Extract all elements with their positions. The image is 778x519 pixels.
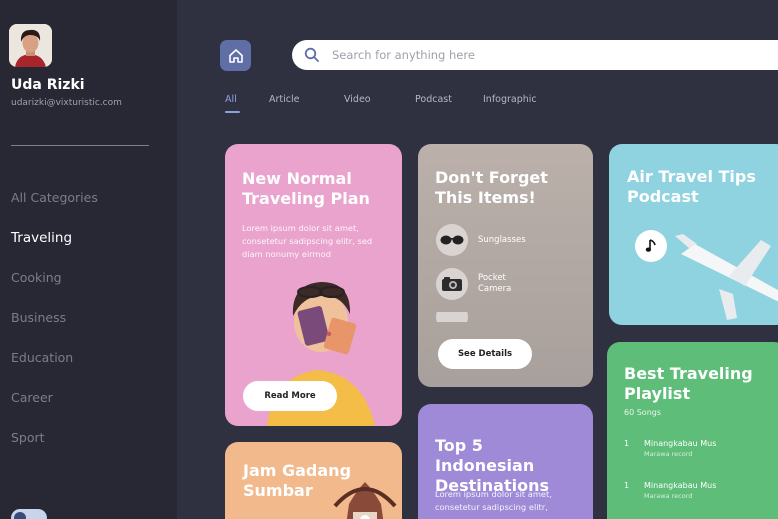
read-more-button[interactable]: Read More [243, 381, 337, 411]
list-item-sunglasses: Sunglasses [436, 224, 538, 256]
card-title: New Normal Traveling Plan [242, 169, 370, 208]
avatar-image [9, 24, 52, 67]
user-name: Uda Rizki [11, 77, 85, 93]
see-details-button[interactable]: See Details [438, 339, 532, 369]
sidebar-item-all-categories[interactable]: All Categories [11, 190, 98, 230]
toggle-knob [14, 512, 26, 519]
card-playlist[interactable]: Best Traveling Playlist 60 Songs 1 Minan… [607, 342, 778, 519]
sidebar-item-career[interactable]: Career [11, 390, 98, 430]
theme-toggle[interactable] [11, 509, 47, 519]
sidebar-item-sport[interactable]: Sport [11, 430, 98, 470]
card-traveling-plan[interactable]: New Normal Traveling Plan Lorem ipsum do… [225, 144, 402, 426]
home-icon [228, 48, 243, 63]
song-artist: Marawa record [644, 450, 693, 458]
sidebar-item-cooking[interactable]: Cooking [11, 270, 98, 310]
card-title: Jam Gadang Sumbar [243, 461, 352, 500]
card-destinations[interactable]: Top 5 Indonesian Destinations Lorem ipsu… [418, 404, 593, 519]
category-nav: All Categories Traveling Cooking Busines… [11, 190, 98, 470]
song-artist: Marawa record [644, 492, 693, 500]
tab-video[interactable]: Video [344, 94, 371, 105]
sidebar-item-education[interactable]: Education [11, 350, 98, 390]
item-label: Sunglasses [478, 234, 526, 245]
sidebar-item-business[interactable]: Business [11, 310, 98, 350]
song-title: Minangkabau Mus [644, 439, 717, 448]
search-bar[interactable] [292, 40, 778, 70]
camera-icon [436, 268, 468, 300]
item-label: Pocket Camera [478, 273, 512, 294]
song-number: 1 [624, 481, 630, 490]
card-jam-gadang[interactable]: Jam Gadang Sumbar [225, 442, 402, 519]
item-icon [436, 312, 468, 322]
home-button[interactable] [220, 40, 251, 71]
tab-podcast[interactable]: Podcast [415, 94, 452, 105]
tab-infographic[interactable]: Infographic [483, 94, 537, 105]
user-email: udarizki@vixturistic.com [11, 98, 122, 108]
song-count: 60 Songs [624, 408, 662, 417]
sidebar: Uda Rizki udarizki@vixturistic.com All C… [0, 0, 177, 519]
tab-label: All [225, 94, 237, 105]
avatar[interactable] [9, 24, 52, 67]
card-title: Don't Forget This Items! [435, 168, 548, 207]
sidebar-divider [11, 145, 149, 146]
tab-article[interactable]: Article [269, 94, 299, 105]
tab-all[interactable]: All [225, 94, 237, 105]
card-description: Lorem ipsum dolor sit amet, consetetur s… [242, 223, 373, 259]
card-title: Best Traveling Playlist [624, 364, 753, 403]
card-title: Air Travel Tips Podcast [627, 167, 756, 206]
search-icon [304, 47, 319, 62]
card-packing-list[interactable]: Don't Forget This Items! Sunglasses Pock… [418, 144, 593, 387]
card-title: Top 5 Indonesian Destinations [435, 436, 550, 495]
music-note-icon [645, 239, 656, 252]
play-podcast-button[interactable] [635, 230, 667, 262]
song-number: 1 [624, 439, 630, 448]
card-podcast[interactable]: Air Travel Tips Podcast [609, 144, 778, 325]
song-title: Minangkabau Mus [644, 481, 717, 490]
search-input[interactable] [332, 40, 762, 70]
active-tab-indicator [225, 111, 240, 113]
list-item-pocket-camera: Pocket Camera [436, 268, 538, 300]
list-item-partial [436, 312, 468, 322]
sunglasses-icon [436, 224, 468, 256]
card-description: Lorem ipsum dolor sit amet, consetetur s… [435, 489, 552, 512]
sidebar-item-traveling[interactable]: Traveling [11, 230, 98, 270]
